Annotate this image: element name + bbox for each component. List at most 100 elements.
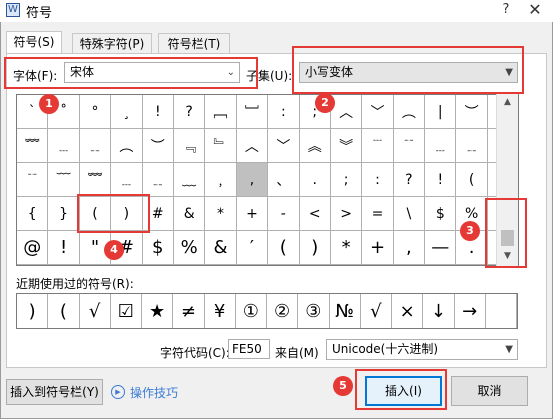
symbol-grid-cells: `˚°¸!?﹇﹈:;︿﹀︵|︶﹋﹌﹍﹎︵︶﹃﹄︿﹀︽︾﹉﹊﹍﹎﹉﹊﹋﹌﹍﹎﹏﹐,… xyxy=(17,95,518,265)
tab-symbols[interactable]: 符号(S) xyxy=(6,31,62,54)
symbol-cell[interactable]: ︿ xyxy=(330,95,363,129)
symbol-cell[interactable]: ﹃ xyxy=(173,129,206,163)
recent-symbol-cell[interactable]: ≠ xyxy=(173,294,205,328)
tips-link[interactable]: 操作技巧 xyxy=(130,384,178,401)
symbol-cell[interactable]: ﹉ xyxy=(362,129,394,163)
symbol-cell[interactable]: ﹏ xyxy=(173,163,206,197)
symbol-cell[interactable]: ︾ xyxy=(330,129,363,163)
symbol-cell[interactable]: ′ xyxy=(236,231,269,265)
help-button[interactable]: ? xyxy=(495,0,517,20)
symbol-cell[interactable]: - xyxy=(268,197,300,231)
symbol-cell[interactable]: ! xyxy=(48,231,80,265)
symbol-cell[interactable]: ¸ xyxy=(111,95,143,129)
from-select[interactable]: Unicode(十六进制) ▼ xyxy=(326,339,518,360)
recent-symbol-cell[interactable]: √ xyxy=(80,294,111,328)
symbol-cell[interactable]: + xyxy=(362,231,394,265)
symbol-cell[interactable]: ﹎ xyxy=(79,129,112,163)
symbol-cell[interactable]: $ xyxy=(425,197,457,231)
symbol-cell[interactable]: — xyxy=(425,231,457,265)
symbol-cell[interactable]: ﹍ xyxy=(111,163,143,197)
symbol-cell[interactable]: ) xyxy=(299,231,331,265)
symbol-cell[interactable]: } xyxy=(48,197,80,231)
symbol-cell[interactable]: @ xyxy=(17,231,49,265)
recent-symbols-list: )(√ ☑ ★ ≠ ¥ ① ② ③ № √ × ↓ → xyxy=(16,293,518,329)
symbol-cell[interactable]: : xyxy=(268,95,300,129)
recent-symbol-cell[interactable]: √ xyxy=(361,294,392,328)
symbol-cell[interactable]: & xyxy=(173,197,206,231)
symbol-cell[interactable]: ! xyxy=(142,95,174,129)
symbol-cell[interactable]: . xyxy=(299,163,331,197)
recent-symbol-cell[interactable]: ☑ xyxy=(111,294,142,328)
symbol-grid[interactable]: `˚°¸!?﹇﹈:;︿﹀︵|︶﹋﹌﹍﹎︵︶﹃﹄︿﹀︽︾﹉﹊﹍﹎﹉﹊﹋﹌﹍﹎﹏﹐,… xyxy=(16,94,519,266)
tab-special-chars[interactable]: 特殊字符(P) xyxy=(72,33,152,54)
recent-symbol-cell[interactable]: № xyxy=(330,294,361,328)
symbol-cell[interactable]: ( xyxy=(456,163,488,197)
symbol-cell[interactable]: = xyxy=(362,197,394,231)
recent-symbol-cell[interactable]: ② xyxy=(267,294,299,328)
annotation-box-subset xyxy=(292,46,524,94)
symbol-cell[interactable]: , xyxy=(393,231,426,265)
symbol-cell[interactable]: ﹌ xyxy=(79,163,112,197)
symbol-cell[interactable]: , xyxy=(236,163,269,197)
symbol-cell[interactable]: ︶ xyxy=(456,95,488,129)
tab-symbol-bar[interactable]: 符号栏(T) xyxy=(158,33,230,54)
symbol-cell[interactable]: ( xyxy=(268,231,300,265)
symbol-cell[interactable]: 、 xyxy=(268,163,300,197)
cancel-button[interactable]: 取消 xyxy=(451,376,528,406)
recent-symbol-cell[interactable]: → xyxy=(455,294,486,328)
recent-symbol-cell[interactable]: ↓ xyxy=(423,294,455,328)
symbol-cell[interactable]: ﹎ xyxy=(142,163,174,197)
annotation-badge-5: 5 xyxy=(333,376,353,396)
symbol-cell[interactable]: ︵ xyxy=(111,129,143,163)
symbol-cell[interactable]: + xyxy=(236,197,269,231)
symbol-cell[interactable]: ︵ xyxy=(393,95,426,129)
recent-symbol-cell[interactable]: ( xyxy=(48,294,80,328)
symbol-cell[interactable]: ﹈ xyxy=(236,95,269,129)
recent-symbol-cell[interactable] xyxy=(486,294,517,328)
symbol-cell[interactable]: | xyxy=(425,95,457,129)
symbol-cell[interactable]: { xyxy=(17,197,49,231)
dropdown-arrow-icon: ▼ xyxy=(505,344,513,355)
symbol-cell[interactable]: & xyxy=(205,231,237,265)
recent-symbol-cell[interactable]: ★ xyxy=(142,294,174,328)
recent-symbol-cell[interactable]: ) xyxy=(17,294,49,328)
symbol-cell[interactable]: \ xyxy=(393,197,426,231)
recent-symbol-cell[interactable]: ¥ xyxy=(205,294,236,328)
recent-symbol-cell[interactable]: ① xyxy=(236,294,267,328)
symbol-cell[interactable]: $ xyxy=(142,231,174,265)
symbol-cell[interactable]: ﹍ xyxy=(48,129,80,163)
symbol-cell[interactable]: > xyxy=(330,197,363,231)
symbol-cell[interactable]: ! xyxy=(425,163,457,197)
insert-to-symbol-bar-button[interactable]: 插入到符号栏(Y) xyxy=(6,379,103,405)
symbol-cell[interactable]: ︿ xyxy=(236,129,269,163)
symbol-cell[interactable]: ﹀ xyxy=(362,95,394,129)
symbol-cell[interactable]: % xyxy=(173,231,206,265)
symbol-cell[interactable]: ﹊ xyxy=(393,129,426,163)
symbol-cell[interactable]: < xyxy=(299,197,331,231)
symbol-cell[interactable]: ︶ xyxy=(142,129,174,163)
recent-symbol-cell[interactable]: ③ xyxy=(298,294,330,328)
scroll-up-arrow-icon[interactable]: ▲ xyxy=(497,94,518,111)
char-code-input[interactable]: FE50 xyxy=(228,339,270,359)
symbol-cell[interactable]: ﹇ xyxy=(205,95,237,129)
recent-symbol-cell[interactable]: × xyxy=(392,294,424,328)
symbol-cell[interactable]: ? xyxy=(173,95,206,129)
symbol-cell[interactable]: ? xyxy=(393,163,426,197)
symbol-cell[interactable]: ﹋ xyxy=(48,163,80,197)
symbol-cell[interactable]: ﹌ xyxy=(17,129,49,163)
symbol-cell[interactable]: * xyxy=(330,231,363,265)
symbol-cell[interactable]: ﹎ xyxy=(456,129,488,163)
play-icon[interactable]: ▶ xyxy=(111,385,125,399)
symbol-cell[interactable]: ﹀ xyxy=(268,129,300,163)
symbol-cell[interactable]: ︽ xyxy=(299,129,331,163)
symbol-cell[interactable]: ; xyxy=(330,163,363,197)
symbol-cell[interactable]: * xyxy=(205,197,237,231)
close-button[interactable]: ✕ xyxy=(522,0,548,20)
symbol-cell[interactable]: : xyxy=(362,163,394,197)
symbol-cell[interactable]: ° xyxy=(79,95,112,129)
symbol-cell[interactable]: ﹄ xyxy=(205,129,237,163)
app-icon: W xyxy=(6,3,20,17)
symbol-cell[interactable]: ﹍ xyxy=(425,129,457,163)
symbol-cell[interactable]: ﹐ xyxy=(205,163,237,197)
symbol-cell[interactable]: ﹊ xyxy=(17,163,49,197)
